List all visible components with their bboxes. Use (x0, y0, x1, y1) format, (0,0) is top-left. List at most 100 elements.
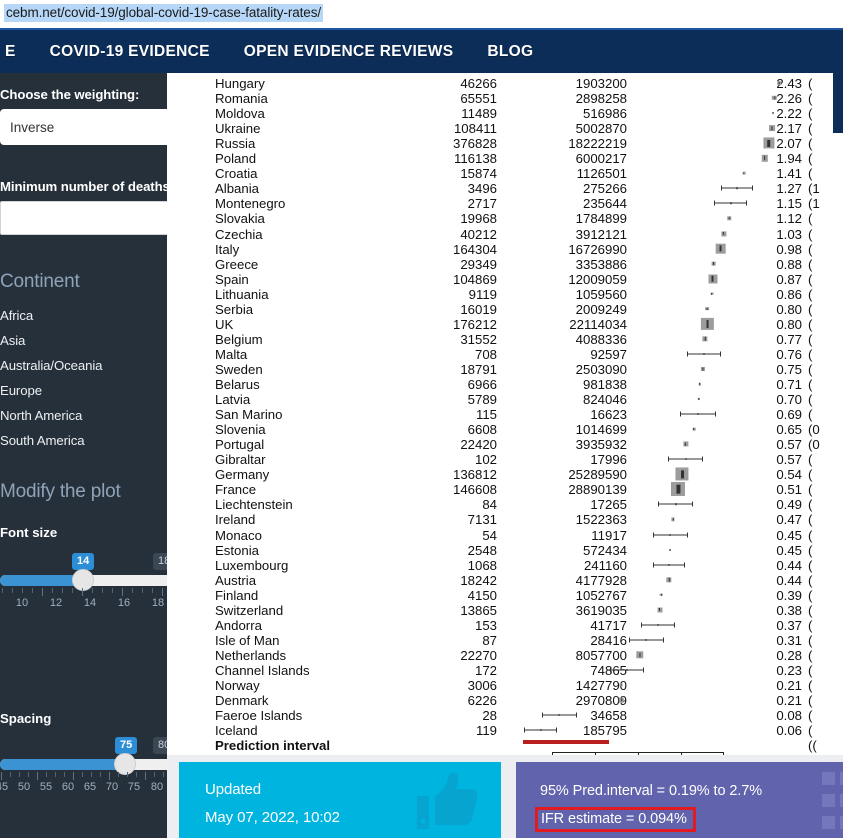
row-cases: 1427790 (575, 678, 627, 693)
forest-plot-row: Greece 29349 3353886 0.88 ( (167, 257, 843, 272)
forest-marker-core (706, 319, 709, 328)
continent-item-south-america[interactable]: South America (0, 428, 102, 453)
row-country: Sweden (215, 361, 263, 377)
row-country: Estonia (215, 542, 259, 558)
continent-item-north-america[interactable]: North America (0, 403, 102, 428)
row-ci: ( (808, 632, 813, 648)
forest-marker-core (728, 217, 730, 220)
row-deaths: 104869 (452, 271, 497, 287)
row-ci: (1 (808, 181, 820, 197)
row-ci: ( (808, 602, 813, 618)
row-deaths: 146608 (452, 482, 497, 498)
row-deaths: 28 (482, 708, 497, 724)
continent-item-europe[interactable]: Europe (0, 378, 102, 403)
forest-plot-row: Spain 104869 12009059 0.87 ( (167, 272, 843, 287)
row-country: Luxembourg (215, 557, 289, 573)
continent-item-asia[interactable]: Asia (0, 328, 102, 353)
whisker-cap (610, 667, 612, 673)
forest-marker (669, 548, 672, 551)
row-ci: ( (808, 662, 813, 678)
tick-label: 80 (150, 781, 164, 793)
row-cases: 572434 (582, 542, 627, 558)
row-value: 0.45 (776, 542, 802, 558)
continent-item-australia-oceania[interactable]: Australia/Oceania (0, 353, 102, 378)
weighting-select[interactable]: Inverse (0, 109, 167, 145)
row-ci: ( (808, 572, 813, 588)
forest-ci-whisker (610, 667, 645, 673)
row-deaths: 108411 (453, 121, 497, 137)
spacing-slider[interactable]: 75 80 45 50 55 60 65 70 75 80 (0, 737, 167, 797)
forest-marker-core (668, 577, 670, 582)
forest-plot-row: France 146608 28890139 0.51 ( (167, 482, 843, 497)
footer-cards: Updated May 07, 2022, 10:02 95% Pred.int… (167, 755, 843, 838)
nav-item-truncated[interactable]: E (0, 43, 33, 61)
whisker-cap (640, 622, 642, 628)
browser-url-bar: cebm.net/covid-19/global-covid-19-case-f… (0, 0, 843, 30)
row-country: Russia (215, 136, 256, 152)
row-cases: 241160 (583, 557, 627, 573)
forest-plot-row: Gibraltar 102 17996 0.57 ( (167, 452, 843, 467)
row-deaths: 6226 (467, 693, 497, 709)
row-ci: ( (808, 723, 813, 739)
row-cases: 28890139 (568, 482, 627, 498)
prediction-interval-ci: (( (808, 738, 817, 754)
whisker-cap (575, 712, 577, 718)
tick-label: 10 (15, 597, 29, 609)
row-country: UK (215, 316, 234, 332)
forest-plot-row: Portugal 22420 3935932 0.57 (0 (167, 437, 843, 452)
forest-marker (701, 366, 706, 371)
forest-marker (721, 230, 727, 237)
forest-plot-row: Netherlands 22270 8057700 0.28 ( (167, 648, 843, 663)
nav-item-covid-19-evidence[interactable]: COVID-19 EVIDENCE (33, 43, 227, 61)
row-deaths: 164304 (452, 241, 497, 257)
row-country: Gibraltar (215, 452, 266, 468)
row-value: 0.31 (776, 632, 802, 648)
forest-plot-row: Moldova 11489 516986 2.22( (167, 106, 843, 121)
row-ci: ( (808, 226, 813, 242)
row-cases: 3619035 (575, 602, 627, 618)
row-ci: ( (808, 316, 813, 332)
tick-label: 55 (39, 781, 53, 793)
spacing-slider-max: 80 (153, 737, 167, 754)
min-deaths-input[interactable] (0, 201, 167, 235)
tick-label: 16 (117, 597, 131, 609)
prediction-interval-bar (523, 740, 609, 744)
row-value: 0.57 (776, 437, 802, 453)
control-sidebar: Choose the weighting: Inverse Minimum nu… (0, 73, 167, 838)
row-deaths: 54 (482, 527, 497, 543)
tick-label: 45 (0, 781, 9, 793)
whisker-cap (720, 185, 722, 191)
row-value: 0.28 (776, 647, 802, 663)
row-cases: 16623 (590, 407, 627, 423)
forest-marker (702, 336, 708, 342)
row-ci: ( (808, 346, 813, 362)
row-deaths: 19968 (460, 211, 497, 227)
forest-plot-row: Belarus 6966 981838 0.71 ( (167, 377, 843, 392)
updated-card: Updated May 07, 2022, 10:02 (179, 762, 501, 838)
forest-marker (768, 125, 775, 132)
forest-marker-core (620, 684, 622, 686)
forest-marker (701, 317, 714, 330)
continent-item-africa[interactable]: Africa (0, 303, 102, 328)
font-size-slider[interactable]: 14 18 10 12 14 16 18 (0, 553, 167, 613)
row-ci: ( (808, 166, 813, 182)
row-value: 0.57 (776, 452, 802, 468)
url-text[interactable]: cebm.net/covid-19/global-covid-19-case-f… (4, 4, 323, 22)
updated-label: Updated (205, 781, 262, 798)
nav-item-open-evidence-reviews[interactable]: OPEN EVIDENCE REVIEWS (227, 43, 471, 61)
nav-item-blog[interactable]: BLOG (470, 43, 550, 61)
row-cases: 3912121 (575, 226, 627, 242)
forest-marker-core (719, 245, 722, 252)
row-deaths: 6966 (467, 377, 497, 392)
row-ci: ( (808, 617, 813, 633)
forest-marker-core (743, 172, 745, 175)
spacing-slider-track[interactable] (0, 759, 167, 770)
row-cases: 981838 (582, 377, 627, 392)
row-country: Belarus (215, 377, 260, 392)
row-deaths: 7131 (467, 512, 497, 528)
row-deaths: 6608 (467, 422, 497, 438)
row-value: 0.38 (776, 602, 802, 618)
row-ci: ( (808, 256, 813, 272)
row-value: 0.44 (776, 557, 802, 573)
row-deaths: 22270 (460, 647, 497, 663)
